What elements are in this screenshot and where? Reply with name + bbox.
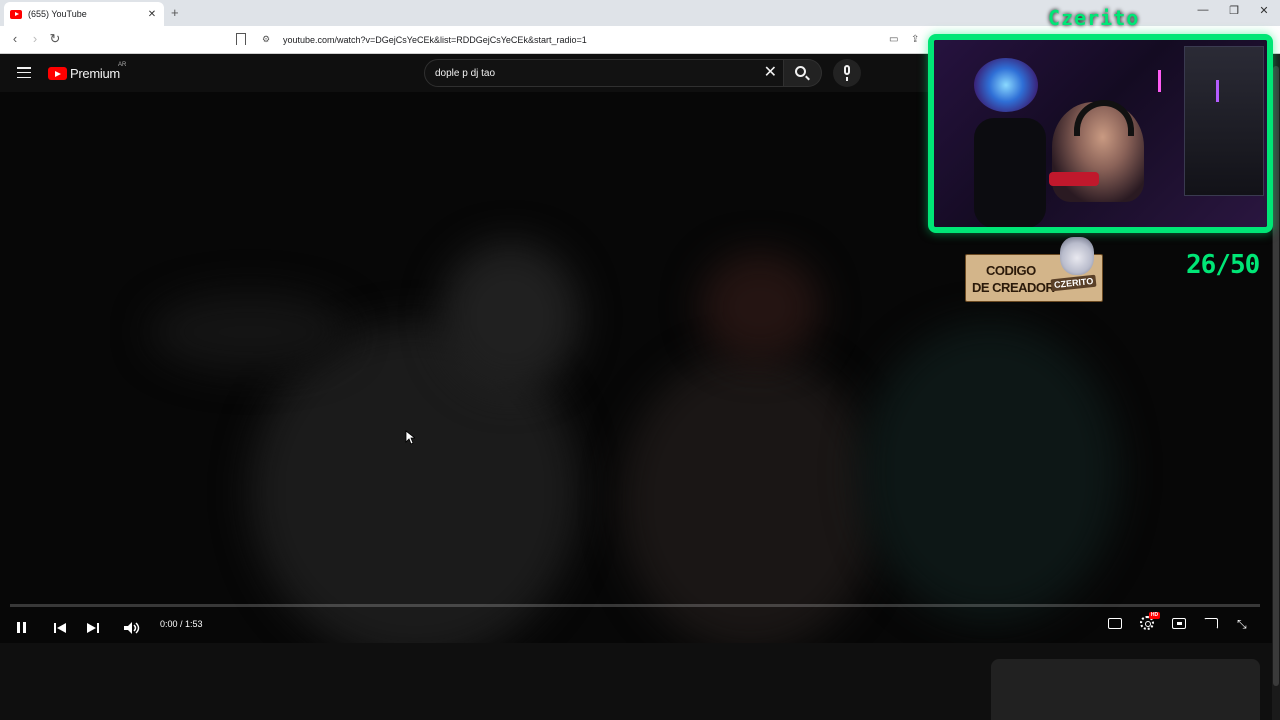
menu-icon[interactable] xyxy=(17,67,31,79)
mouse-cursor-icon xyxy=(405,430,415,445)
goal-counter: 26/50 xyxy=(1186,250,1260,280)
search-icon xyxy=(795,66,806,77)
previous-icon xyxy=(54,623,66,633)
webcam-pc-case xyxy=(1184,46,1264,196)
search-query-text[interactable]: dople p dj tao xyxy=(435,68,495,79)
video-frame-figure xyxy=(150,292,350,372)
progress-bar[interactable] xyxy=(10,604,1260,607)
install-app-icon[interactable]: ▭ xyxy=(889,34,898,45)
player-controls: 0:00 / 1:53 HD ⤡ xyxy=(0,612,1272,642)
pause-button[interactable] xyxy=(11,617,33,639)
microphone-icon xyxy=(844,65,850,75)
minimize-button[interactable]: — xyxy=(1193,4,1213,16)
restore-button[interactable]: ❐ xyxy=(1224,4,1244,17)
tab-close-icon[interactable]: ✕ xyxy=(146,9,158,20)
share-icon[interactable]: ⇪ xyxy=(911,34,919,45)
miniplayer-icon[interactable] xyxy=(1172,618,1186,629)
reload-icon[interactable]: ↻ xyxy=(47,32,63,46)
next-icon xyxy=(87,623,99,633)
voice-search-button[interactable] xyxy=(833,59,861,87)
site-info-icon[interactable]: ⚙ xyxy=(262,34,270,45)
forward-icon[interactable]: › xyxy=(27,32,43,46)
bookmark-icon[interactable] xyxy=(236,33,246,45)
microphone-stem xyxy=(846,77,848,81)
creator-line-2: DE CREADOR xyxy=(972,280,1055,295)
youtube-favicon-icon xyxy=(10,9,22,19)
screen: (655) YouTube ✕ + — ❐ ✕ ‹ › ↻ ⚙ youtube.… xyxy=(0,0,1280,720)
time-display: 0:00 / 1:53 xyxy=(160,619,203,629)
webcam-led xyxy=(1216,80,1219,102)
next-button[interactable] xyxy=(82,617,104,639)
webcam-microphone xyxy=(1049,172,1099,186)
sidebar-panel xyxy=(991,659,1260,720)
youtube-premium-logo[interactable]: Premium AR xyxy=(48,62,126,81)
fullscreen-exit-icon[interactable]: ⤡ xyxy=(1237,617,1247,632)
creator-tag: CZERITO xyxy=(1050,274,1097,292)
video-frame-figure xyxy=(620,352,880,643)
clear-search-icon[interactable]: ✕ xyxy=(764,64,777,82)
address-bar-url[interactable]: youtube.com/watch?v=DGejCsYeCEk&list=RDD… xyxy=(283,35,587,45)
search-input[interactable]: dople p dj tao ✕ xyxy=(424,59,784,87)
video-frame-figure xyxy=(440,242,580,392)
volume-button[interactable] xyxy=(121,617,143,639)
new-tab-button[interactable]: + xyxy=(171,5,179,20)
below-player-area xyxy=(0,643,1272,720)
tab-title: (655) YouTube xyxy=(28,9,87,19)
subtitles-icon[interactable] xyxy=(1108,618,1122,629)
cast-icon[interactable] xyxy=(1204,618,1218,629)
youtube-play-logo-icon xyxy=(48,67,67,80)
video-frame-figure xyxy=(700,252,820,362)
webcam-chair xyxy=(974,118,1046,227)
webcam-fireplace-screen xyxy=(974,58,1038,112)
scrollbar-thumb[interactable] xyxy=(1273,66,1279,686)
creator-code-badge: CODIGO DE CREADOR CZERITO xyxy=(965,237,1103,302)
window-close-button[interactable]: ✕ xyxy=(1254,4,1274,17)
streamer-name: Czerito xyxy=(1048,6,1140,30)
back-icon[interactable]: ‹ xyxy=(7,32,23,46)
webcam-overlay xyxy=(928,34,1273,233)
creator-line-1: CODIGO xyxy=(986,263,1036,278)
region-code: AR xyxy=(118,62,127,68)
video-frame-figure xyxy=(860,322,1120,622)
hd-badge: HD xyxy=(1149,612,1160,619)
logo-text: Premium xyxy=(70,66,120,81)
previous-button[interactable] xyxy=(50,617,72,639)
browser-tab-youtube[interactable]: (655) YouTube ✕ xyxy=(4,2,164,26)
mascot-icon xyxy=(1060,237,1094,275)
webcam-led xyxy=(1158,70,1161,92)
volume-icon xyxy=(124,622,140,634)
search-button[interactable] xyxy=(784,59,822,87)
